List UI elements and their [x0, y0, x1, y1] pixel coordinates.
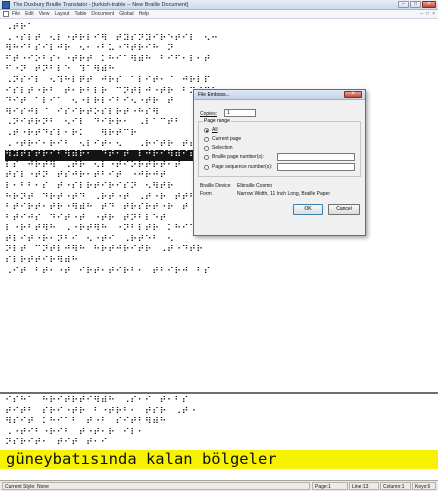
page-range-label: Page range: [203, 118, 231, 124]
ok-button[interactable]: OK: [293, 204, 323, 215]
braille-line: ⠠⠐⠎⠇⠞⠀⠢⠇⠐⠞⠗⠇⠊⠻⠀⠞⠽⠎⠝⠽⠊⠗⠑⠞⠊⠇⠀⠢⠒: [5, 33, 219, 44]
app-icon: [2, 1, 10, 9]
radio-page-sequence-numbers[interactable]: [204, 165, 209, 170]
status-line: Line:13: [349, 482, 379, 490]
menu-help[interactable]: Help: [139, 11, 149, 17]
doc-minimize-button[interactable]: –: [420, 11, 423, 17]
braille-line: ⠊⠎⠓⠁⠀⠓⠗⠊⠞⠗⠞⠊⠻⠾⠓⠀⠠⠎⠂⠊⠀⠞⠂⠃⠎: [5, 396, 189, 406]
option-page-sequence-label: Page sequence number(s):: [212, 164, 273, 170]
doc-close-button[interactable]: ×: [432, 11, 435, 17]
menu-table[interactable]: Table: [74, 11, 86, 17]
doc-restore-button[interactable]: □: [426, 11, 429, 17]
radio-current-page[interactable]: [204, 137, 209, 142]
braille-line: ⠠⠝⠎⠊⠇⠀⠢⠹⠓⠇⠟⠞⠀⠚⠗⠎⠀⠁⠇⠊⠞⠂⠈⠀⠚⠗⠇⠏: [5, 75, 212, 86]
print-translation-line: güneybatısında kalan bölgeler: [0, 450, 438, 469]
copies-label: Copies:: [200, 111, 217, 117]
maximize-button[interactable]: □: [410, 1, 421, 8]
document-icon: [3, 11, 9, 17]
radio-selection[interactable]: [204, 146, 209, 151]
braille-line: ⠎⠇⠗⠞⠞⠊⠗⠻⠾⠓: [5, 256, 79, 267]
option-braille-pages-label: Braille page number(s):: [212, 154, 264, 160]
braille-line: ⠞⠊⠞⠃⠀⠎⠗⠊⠐⠞⠗⠀⠃⠐⠞⠗⠃⠂⠀⠞⠎⠗⠀⠠⠞⠐: [5, 406, 197, 417]
braille-line: ⠠⠐⠞⠊⠃⠐⠗⠊⠃⠀⠞⠐⠞⠂⠗⠀⠊⠇⠂: [5, 427, 145, 438]
status-current-style: Current Style: None: [2, 482, 310, 490]
copies-input[interactable]: 1: [224, 109, 256, 117]
dialog-title: File Emboss...: [198, 92, 230, 98]
close-button[interactable]: ×: [422, 1, 436, 8]
dialog-title-bar: File Emboss... ×: [194, 90, 365, 100]
radio-all[interactable]: [204, 128, 209, 133]
cancel-button[interactable]: Cancel: [328, 204, 360, 215]
print-translation-text: güneybatısında kalan bölgeler: [6, 450, 277, 468]
title-bar: The Duxbury Braille Translator - [turkis…: [0, 0, 438, 10]
braille-line: ⠋⠞⠐⠊⠕⠃⠎⠂⠐⠞⠗⠞⠀⠅⠓⠊⠁⠻⠾⠓⠀⠃⠊⠋⠂⠇⠂⠞: [5, 54, 212, 65]
braille-device-label: Braille Device: [200, 183, 231, 189]
page-range-group: Page range All Current page Selection Br…: [198, 118, 361, 177]
menu-edit[interactable]: Edit: [25, 11, 34, 17]
braille-device-value: Elbraille Cosmo: [237, 183, 273, 189]
menu-layout[interactable]: Layout: [54, 11, 69, 17]
menu-global[interactable]: Global: [119, 11, 133, 17]
braille-line: ⠞⠇⠊⠞⠐⠗⠂⠝⠃⠊⠀⠢⠐⠞⠊⠀⠠⠗⠞⠑⠃⠀⠢: [5, 234, 175, 245]
option-all-label: All: [212, 127, 218, 133]
document-window-controls: – □ ×: [420, 11, 435, 17]
braille-text-lower: ⠊⠎⠓⠁⠀⠓⠗⠊⠞⠗⠞⠊⠻⠾⠓⠀⠠⠎⠂⠊⠀⠞⠂⠃⠎ ⠞⠊⠞⠃⠀⠎⠗⠊⠐⠞⠗⠀⠃⠐…: [5, 396, 365, 449]
status-bar: Current Style: None Page:1 Line:13 Colum…: [0, 480, 438, 491]
option-selection-label: Selection: [212, 145, 233, 151]
braille-line: ⠠⠊⠞⠀⠃⠞⠂⠐⠞⠀⠊⠗⠞⠂⠞⠊⠗⠃⠂⠀⠞⠃⠊⠗⠚⠀⠃⠎: [5, 266, 212, 277]
minimize-button[interactable]: –: [398, 1, 409, 8]
braille-line: ⠻⠎⠊⠞⠀⠅⠓⠊⠁⠃⠀⠞⠐⠃⠀⠎⠊⠞⠃⠻⠾⠓: [5, 417, 167, 428]
braille-line: ⠻⠓⠊⠃⠎⠊⠇⠚⠗⠀⠢⠂⠐⠃⠥⠐⠙⠞⠗⠊⠓⠀⠝: [5, 44, 175, 55]
form-label: Form: [200, 191, 212, 197]
menu-file[interactable]: File: [12, 11, 20, 17]
menu-bar: File Edit View Layout Table Document Glo…: [0, 10, 438, 19]
menu-view[interactable]: View: [39, 11, 50, 17]
status-column: Column:1: [380, 482, 411, 490]
page-sequence-numbers-input[interactable]: [277, 163, 355, 171]
braille-line: ⠝⠇⠞⠀⠉⠝⠞⠇⠚⠻⠓⠀⠓⠗⠞⠚⠗⠊⠞⠗⠀⠠⠞⠐⠙⠞⠗: [5, 245, 204, 256]
braille-line: ⠝⠎⠗⠊⠞⠂⠀⠞⠊⠞⠀⠞⠂⠊: [5, 438, 109, 449]
menu-document[interactable]: Document: [91, 11, 114, 17]
window-title: The Duxbury Braille Translator - [turkis…: [13, 2, 189, 8]
pane-splitter[interactable]: [0, 392, 438, 394]
option-current-page-label: Current page: [212, 136, 242, 142]
braille-line: ⠠⠞⠗⠁⠀: [5, 23, 42, 33]
status-page: Page:1: [312, 482, 348, 490]
braille-line: ⠋⠐⠝⠀⠞⠝⠃⠇⠑⠀⠹⠁⠻⠾⠓: [5, 65, 116, 76]
form-value: Narrow Width, 11 Inch Long, Braille Pape…: [237, 191, 331, 197]
file-emboss-dialog: File Emboss... × Copies: 1 Page range Al…: [193, 89, 366, 236]
status-keys: Keys:6: [412, 482, 436, 490]
radio-braille-page-numbers[interactable]: [204, 155, 209, 160]
dialog-close-button[interactable]: ×: [344, 91, 362, 98]
braille-editor[interactable]: ⠠⠞⠗⠁⠀ ⠠⠐⠎⠇⠞⠀⠢⠇⠐⠞⠗⠇⠊⠻⠀⠞⠽⠎⠝⠽⠊⠗⠑⠞⠊⠇⠀⠢⠒ ⠻⠓⠊⠃…: [0, 20, 438, 469]
window-controls: – □ ×: [398, 1, 436, 8]
braille-page-numbers-input[interactable]: [277, 153, 355, 161]
